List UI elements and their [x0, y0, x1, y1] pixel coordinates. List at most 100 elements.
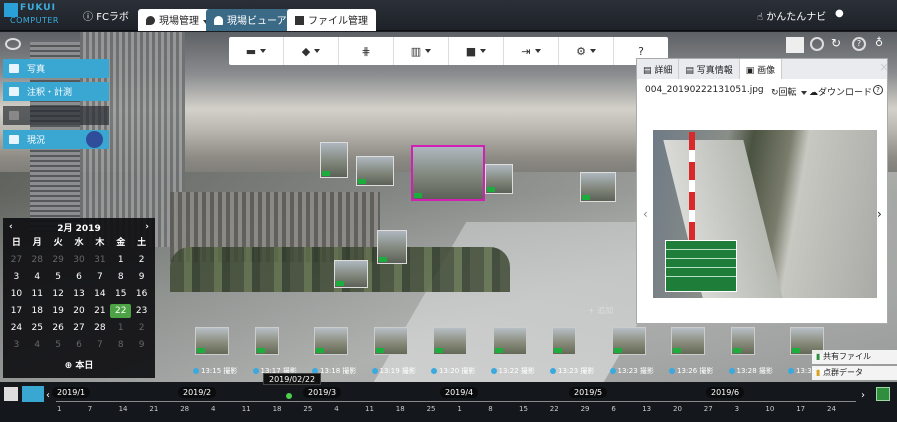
calendar-icon[interactable] [4, 387, 18, 401]
calendar-day[interactable]: 8 [110, 270, 131, 284]
help-circle-icon[interactable]: ? [852, 37, 866, 51]
refresh-icon[interactable]: ↻ [831, 36, 841, 50]
photo-marker[interactable] [320, 142, 348, 178]
calendar-day[interactable]: 9 [131, 270, 152, 284]
calendar-day[interactable]: 13 [69, 287, 90, 301]
calendar-day[interactable]: 7 [89, 338, 110, 352]
company-logo[interactable]: FUKUI COMPUTER [4, 3, 66, 29]
timeline-month[interactable]: 2019/2 [178, 387, 217, 398]
calendar-day[interactable]: 5 [48, 338, 69, 352]
calendar-day[interactable]: 6 [69, 270, 90, 284]
calendar-day[interactable]: 2 [131, 253, 152, 267]
calendar-day[interactable]: 15 [110, 287, 131, 301]
calendar-next-button[interactable]: › [145, 222, 149, 232]
rotate-button[interactable]: ↻回転 [771, 85, 807, 98]
tab-image[interactable]: ▣ 画像 [739, 59, 783, 79]
calendar-day[interactable]: 14 [89, 287, 110, 301]
calendar-day[interactable]: 20 [69, 304, 90, 318]
calendar-day[interactable]: 18 [27, 304, 48, 318]
calendar-day[interactable]: 25 [27, 321, 48, 335]
calendar-day[interactable]: 4 [27, 270, 48, 284]
photo-marker[interactable] [377, 230, 407, 264]
timeline-month[interactable]: 2019/6 [706, 387, 745, 398]
calendar-day[interactable]: 7 [89, 270, 110, 284]
close-icon[interactable]: × [879, 60, 889, 74]
calendar-day[interactable]: 8 [110, 338, 131, 352]
filmstrip-photo[interactable] [552, 327, 576, 355]
calendar-day[interactable]: 28 [89, 321, 110, 335]
calendar-day[interactable]: 30 [69, 253, 90, 267]
layer-photo[interactable]: 写真 [3, 59, 109, 78]
filmstrip-photo[interactable] [611, 327, 646, 355]
calendar-day[interactable]: 3 [6, 270, 27, 284]
layer-annotation[interactable]: 注釈・計測 [3, 82, 109, 101]
photo-marker[interactable] [356, 156, 394, 186]
timeline-current-marker[interactable] [286, 393, 292, 399]
filmstrip-photo[interactable] [254, 327, 279, 355]
calendar-day[interactable]: 3 [6, 338, 27, 352]
measure-tool-button[interactable]: ▬ [229, 37, 284, 65]
tab-site-viewer[interactable]: 現場ビューア [206, 9, 295, 31]
filmstrip-photo[interactable] [730, 327, 755, 355]
download-button[interactable]: ☁ダウンロード [809, 85, 872, 98]
chart-tool-button[interactable]: ▥ [394, 37, 449, 65]
calendar-day[interactable]: 23 [131, 304, 152, 318]
timeline-end-icon[interactable] [876, 387, 890, 401]
compass-icon[interactable] [810, 37, 824, 51]
tag-tool-button[interactable]: ◆ [284, 37, 339, 65]
timeline-month[interactable]: 2019/3 [303, 387, 342, 398]
photo-marker[interactable] [485, 164, 513, 194]
filmstrip-photo[interactable] [671, 327, 705, 355]
calendar-today-button[interactable]: ⊕ 本日 [3, 358, 155, 371]
calendar-day[interactable]: 16 [131, 287, 152, 301]
add-photo-button[interactable]: + 追加 [588, 305, 613, 316]
calendar-day[interactable]: 17 [6, 304, 27, 318]
calendar-day[interactable]: 1 [110, 321, 131, 335]
calendar-day[interactable]: 19 [48, 304, 69, 318]
panel-prev-photo-button[interactable]: ‹ [643, 207, 648, 221]
user-account-icon[interactable]: ● [835, 8, 844, 19]
calendar-day[interactable]: 5 [48, 270, 69, 284]
calendar-day[interactable]: 21 [89, 304, 110, 318]
org-selector[interactable]: ⓘ FCラボ [83, 8, 129, 23]
minimap-icon[interactable] [786, 37, 804, 53]
photo-marker-selected[interactable] [411, 145, 485, 201]
timeline-month[interactable]: 2019/5 [569, 387, 608, 398]
timeline-next-button[interactable]: › [861, 390, 865, 401]
calendar-day[interactable]: 28 [27, 253, 48, 267]
tab-file-management[interactable]: ファイル管理 [287, 9, 376, 31]
shared-file-button[interactable]: ▮ 共有ファイル [812, 350, 897, 364]
calendar-day[interactable]: 12 [48, 287, 69, 301]
settings-button[interactable]: ⚙ [559, 37, 614, 65]
eye-icon[interactable] [5, 38, 21, 50]
calendar-day[interactable]: 4 [27, 338, 48, 352]
easy-navi-button[interactable]: ☝ かんたんナビ [757, 8, 826, 23]
calendar-day[interactable]: 2 [131, 321, 152, 335]
timeline-month[interactable]: 2019/1 [52, 387, 91, 398]
calendar-day[interactable]: 11 [27, 287, 48, 301]
calendar-day[interactable]: 27 [6, 253, 27, 267]
calendar-day[interactable]: 6 [69, 338, 90, 352]
export-tool-button[interactable]: ⇥ [504, 37, 559, 65]
filmstrip-photo[interactable] [373, 327, 408, 355]
filmstrip-photo[interactable] [492, 327, 527, 355]
calendar-prev-button[interactable]: ‹ [9, 222, 13, 232]
calendar-day[interactable]: 9 [131, 338, 152, 352]
tower-tool-button[interactable]: ⋕ [339, 37, 394, 65]
calendar-day[interactable]: 26 [48, 321, 69, 335]
calendar-day-selected[interactable]: 22 [110, 304, 132, 318]
calendar-day[interactable]: 24 [6, 321, 27, 335]
calendar-day[interactable]: 29 [48, 253, 69, 267]
filmstrip-photo[interactable] [433, 327, 467, 355]
range-toggle-button[interactable] [22, 386, 44, 402]
calendar-day[interactable]: 10 [6, 287, 27, 301]
filmstrip-photo[interactable] [314, 327, 348, 355]
photo-marker[interactable] [580, 172, 616, 202]
calendar-day[interactable]: 27 [69, 321, 90, 335]
photo-marker[interactable] [334, 260, 368, 288]
layer-road[interactable] [3, 106, 109, 125]
calendar-day[interactable]: 31 [89, 253, 110, 267]
panel-help-icon[interactable]: ? [873, 85, 883, 95]
calendar-day[interactable]: 1 [110, 253, 131, 267]
filmstrip-photo[interactable] [195, 327, 229, 355]
